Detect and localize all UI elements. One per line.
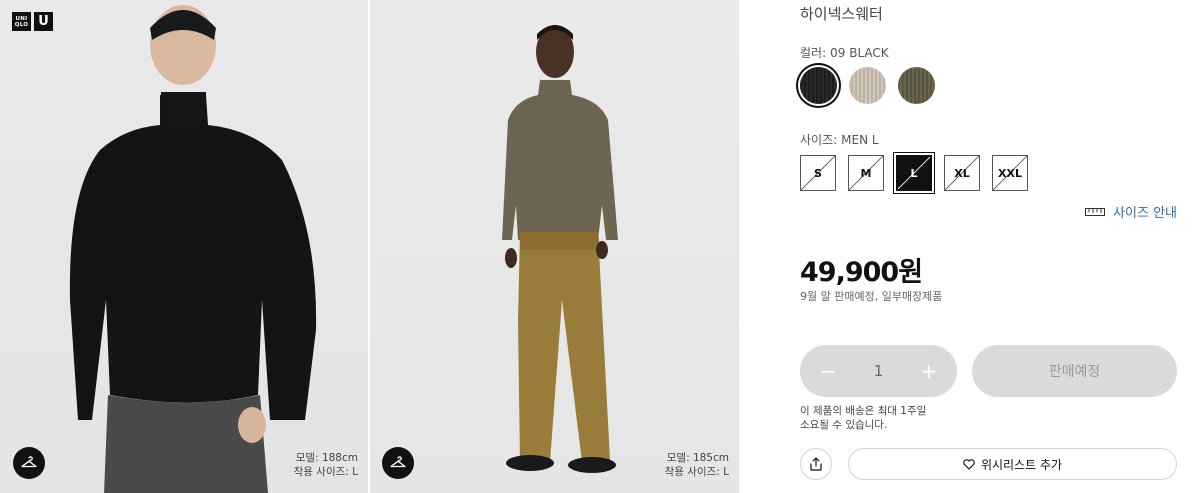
shipping-note: 이 제품의 배송은 최대 1주일 소요될 수 있습니다. — [800, 404, 970, 432]
model-height: 모델: 185cm — [666, 452, 729, 464]
add-to-wishlist-button[interactable]: 위시리스트 추가 — [848, 448, 1177, 480]
sale-status-note: 9월 말 판매예정, 일부매장제품 — [800, 290, 943, 303]
virtual-fitting-button[interactable] — [13, 447, 45, 479]
quantity-decrease-button[interactable]: − — [818, 359, 838, 383]
color-swatch-beige[interactable] — [849, 67, 886, 104]
hanger-icon — [390, 456, 406, 468]
heart-icon — [963, 458, 975, 470]
shipping-note-line1: 이 제품의 배송은 최대 1주일 — [800, 405, 927, 417]
model-info: 모델: 188cm 착용 사이즈: L — [294, 451, 358, 479]
size-label: 사이즈: MEN L — [800, 131, 879, 148]
model-size: 착용 사이즈: L — [293, 466, 358, 478]
quantity-stepper: − 1 + — [800, 345, 957, 397]
product-photo-full[interactable]: 모델: 185cm 착용 사이즈: L — [370, 0, 739, 493]
size-option-s[interactable]: S — [800, 155, 836, 191]
model-photo-black-sweater — [69, 5, 317, 493]
color-swatches — [800, 67, 935, 104]
coming-soon-button[interactable]: 판매예정 — [972, 345, 1177, 397]
size-option-xl[interactable]: XL — [944, 155, 980, 191]
selected-size-value: MEN L — [841, 133, 879, 147]
color-swatch-olive[interactable] — [898, 67, 935, 104]
size-guide-label: 사이즈 안내 — [1113, 206, 1177, 221]
quantity-increase-button[interactable]: + — [919, 359, 939, 383]
uniqlo-u-logo: U — [34, 12, 53, 31]
color-swatch-black[interactable] — [800, 67, 837, 104]
share-button[interactable] — [800, 448, 832, 480]
shipping-note-line2: 소요될 수 있습니다. — [800, 419, 888, 431]
model-size: 착용 사이즈: L — [664, 466, 729, 478]
model-photo-olive-sweater — [502, 25, 618, 473]
ruler-icon — [1085, 207, 1106, 216]
size-option-m[interactable]: M — [848, 155, 884, 191]
selected-color-value: 09 BLACK — [830, 46, 889, 60]
size-option-xxl[interactable]: XXL — [992, 155, 1028, 191]
color-label-text: 컬러: — [800, 46, 827, 60]
product-name: 하이넥스웨터 — [800, 5, 883, 23]
uniqlo-logo: UNI QLO U — [12, 12, 53, 31]
size-guide-link[interactable]: 사이즈 안내 — [1085, 202, 1177, 221]
quantity-value[interactable]: 1 — [874, 362, 884, 380]
wishlist-label: 위시리스트 추가 — [980, 457, 1063, 472]
color-label: 컬러: 09 BLACK — [800, 44, 889, 61]
hanger-icon — [21, 456, 37, 468]
uniqlo-logo-mark: UNI QLO — [12, 12, 31, 31]
model-height: 모델: 188cm — [295, 452, 358, 464]
model-info: 모델: 185cm 착용 사이즈: L — [665, 451, 729, 479]
size-label-text: 사이즈: — [800, 133, 838, 147]
product-price: 49,900원 — [800, 257, 923, 288]
product-info-panel: 하이넥스웨터 컬러: 09 BLACK 사이즈: MEN L S M L XL XX… — [800, 0, 1177, 493]
product-photo-front[interactable]: UNI QLO U 모델: 188cm 착용 사이즈: L — [0, 0, 368, 493]
virtual-fitting-button[interactable] — [382, 447, 414, 479]
size-options: S M L XL XXL — [800, 155, 1028, 191]
size-option-l[interactable]: L — [896, 155, 932, 191]
share-icon — [810, 457, 822, 471]
